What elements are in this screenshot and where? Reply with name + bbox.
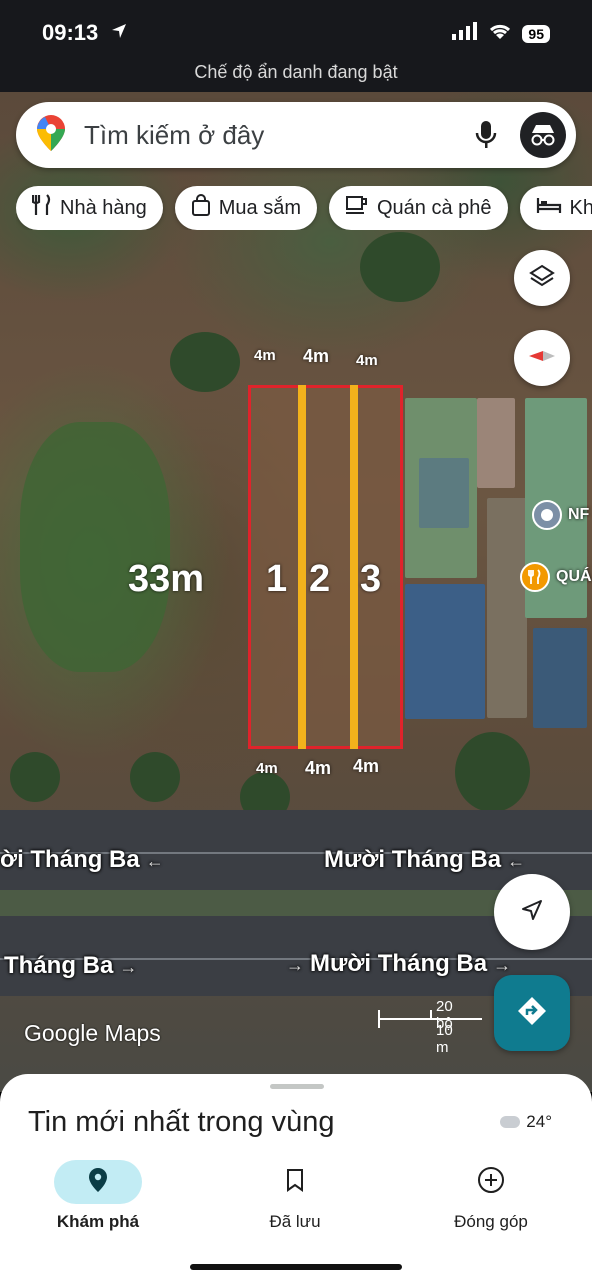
compass-button[interactable] (514, 330, 570, 386)
directions-icon (516, 995, 548, 1032)
chip-coffee[interactable]: Quán cà phê (329, 186, 508, 230)
tree (170, 332, 240, 392)
location-pin-icon (88, 1167, 108, 1198)
poi-label: QUÁ (556, 568, 592, 585)
location-arrow-icon (110, 22, 128, 45)
compass-icon (527, 348, 557, 369)
poi-marker[interactable]: QUÁ (520, 562, 592, 592)
tree (360, 232, 440, 302)
shopping-bag-icon (191, 194, 211, 222)
nav-pill (251, 1160, 339, 1204)
bottom-navigation: Khám phá Đã lưu Đóng góp (0, 1160, 592, 1240)
my-location-button[interactable] (494, 874, 570, 950)
status-indicators: 95 (452, 22, 550, 45)
home-indicator (190, 1264, 402, 1270)
status-time: 09:13 (42, 20, 99, 45)
bed-icon (536, 196, 562, 220)
category-chips: Nhà hàng Mua sắm Quán cà phê Khá (16, 186, 592, 230)
layers-button[interactable] (514, 250, 570, 306)
plus-circle-icon (477, 1166, 505, 1199)
search-bar[interactable]: Tìm kiếm ở đây (16, 102, 576, 168)
chip-shopping[interactable]: Mua sắm (174, 186, 317, 230)
chip-hotels[interactable]: Khá (519, 186, 592, 230)
restaurant-icon (520, 562, 550, 592)
bottom-sheet[interactable]: Tin mới nhất trong vùng 24° Khám phá Đã … (0, 1074, 592, 1280)
dimension-label: 4m (353, 756, 380, 776)
tree (130, 752, 180, 802)
scale-label: 10 m (436, 1022, 453, 1056)
nav-pill (447, 1160, 535, 1204)
coffee-cup-icon (345, 195, 369, 221)
layers-icon (529, 263, 555, 294)
lot-divider (298, 385, 306, 749)
battery-indicator: 95 (522, 24, 550, 43)
status-bar: 09:13 95 Chế độ ẩn danh đang bật (0, 0, 592, 92)
sheet-drag-handle[interactable] (270, 1084, 324, 1089)
bookmark-icon (286, 1168, 304, 1197)
lot-divider (350, 385, 358, 749)
dimension-label: 4m (303, 346, 330, 366)
fork-knife-icon (31, 194, 52, 222)
depth-label: 33m (128, 558, 205, 600)
dimension-label: 4m (305, 758, 332, 778)
sheet-title: Tin mới nhất trong vùng (28, 1106, 335, 1138)
navigation-arrow-icon (519, 897, 545, 928)
tree (10, 752, 60, 802)
dimension-label: 4m (256, 760, 278, 777)
wifi-icon (488, 22, 512, 45)
incognito-icon[interactable] (520, 112, 566, 158)
mic-icon[interactable] (466, 120, 506, 150)
search-input[interactable]: Tìm kiếm ở đây (84, 120, 466, 151)
weather-badge: 24° (500, 1112, 552, 1132)
dimension-label: 4m (356, 352, 378, 369)
road-label: ời Tháng Ba ← (0, 846, 164, 873)
nav-contribute[interactable]: Đóng góp (411, 1160, 571, 1232)
directions-button[interactable] (494, 975, 570, 1051)
road-label: Tháng Ba → (4, 952, 138, 979)
nav-explore[interactable]: Khám phá (18, 1160, 178, 1232)
google-maps-pin-icon (36, 114, 66, 157)
lot-number: 3 (360, 558, 382, 600)
lot-number: 1 (266, 558, 288, 600)
signal-icon (452, 22, 478, 45)
map-view[interactable]: 4m 4m 4m 4m 4m 4m 33m 1 2 3 ời Tháng Ba ←… (0, 92, 592, 1092)
nav-pill (54, 1160, 142, 1204)
road-label: Mười Tháng Ba ← (324, 846, 526, 873)
poi-pin-icon (532, 500, 562, 530)
nav-saved[interactable]: Đã lưu (215, 1160, 375, 1232)
road-label: → Mười Tháng Ba → (286, 950, 512, 977)
cloud-icon (500, 1116, 521, 1128)
incognito-notice: Chế độ ẩn danh đang bật (194, 62, 398, 82)
lot-number: 2 (309, 558, 331, 600)
google-maps-watermark: Google Maps (24, 1020, 161, 1046)
dimension-label: 4m (254, 347, 276, 364)
chip-restaurants[interactable]: Nhà hàng (16, 186, 163, 230)
poi-marker[interactable]: NF (532, 500, 589, 530)
temperature: 24° (526, 1112, 552, 1131)
vegetation-patch (20, 422, 170, 672)
poi-label: NF (568, 506, 590, 523)
